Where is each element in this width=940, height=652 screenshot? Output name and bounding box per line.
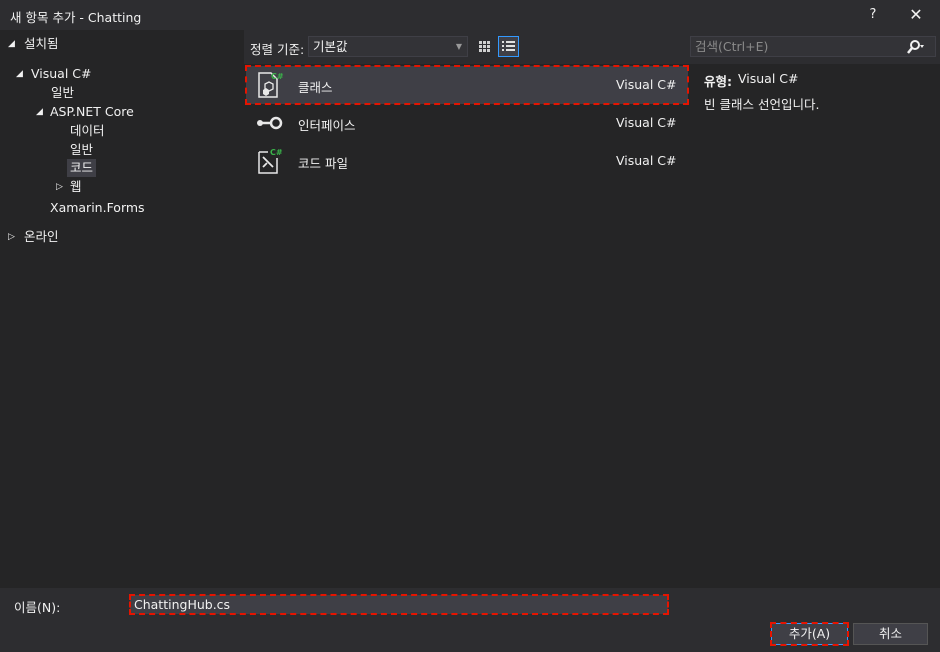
- expanded-arrow-icon[interactable]: ◢: [16, 65, 23, 83]
- collapsed-arrow-icon[interactable]: ▷: [8, 228, 15, 246]
- list-item-code-file[interactable]: C# 코드 파일 Visual C#: [246, 142, 688, 180]
- help-button[interactable]: ?: [864, 4, 882, 26]
- category-tree: ◢ 설치됨 ◢ Visual C# 일반 ◢ ASP.NET Core 데이터 …: [0, 30, 244, 588]
- item-name: 인터페이스: [298, 118, 356, 133]
- sort-toolbar: 정렬 기준: 기본값 ▼: [244, 30, 690, 64]
- collapsed-arrow-icon[interactable]: ▷: [56, 178, 63, 196]
- list-view-button[interactable]: [498, 36, 519, 57]
- add-button[interactable]: 추가(A): [770, 622, 849, 646]
- tree-item-xamarin-forms[interactable]: Xamarin.Forms: [50, 199, 145, 217]
- expanded-arrow-icon[interactable]: ◢: [36, 103, 43, 121]
- grid-view-icon: [479, 41, 490, 52]
- sort-label: 정렬 기준:: [250, 42, 305, 57]
- search-icon[interactable]: [907, 39, 925, 55]
- item-language: Visual C#: [616, 77, 677, 92]
- close-button[interactable]: ✕: [904, 4, 928, 26]
- svg-text:C#: C#: [270, 148, 283, 157]
- tree-item-aspnet-core[interactable]: ASP.NET Core: [50, 103, 134, 121]
- sort-dropdown-value: 기본값: [313, 39, 348, 54]
- tree-item-web[interactable]: 웹: [70, 178, 82, 196]
- cancel-button[interactable]: 취소: [853, 623, 928, 645]
- name-input[interactable]: [129, 594, 669, 615]
- svg-text:C#: C#: [271, 72, 284, 81]
- grid-view-button[interactable]: [474, 36, 495, 57]
- template-list: C# 클래스 Visual C# 인터페이스 Visual C# C# 코드 파…: [244, 64, 690, 588]
- search-input[interactable]: [695, 38, 895, 55]
- tree-item-installed[interactable]: 설치됨: [24, 35, 59, 53]
- list-item-interface[interactable]: 인터페이스 Visual C#: [246, 104, 688, 142]
- description-text: 빈 클래스 선언입니다.: [704, 97, 820, 112]
- item-name: 클래스: [298, 80, 333, 95]
- type-value: Visual C#: [738, 71, 799, 86]
- search-box[interactable]: [690, 36, 936, 57]
- class-file-icon: C#: [254, 70, 284, 100]
- tree-item-general[interactable]: 일반: [51, 84, 74, 102]
- tree-item-code[interactable]: 코드: [67, 159, 97, 177]
- name-label: 이름(N):: [14, 600, 61, 615]
- window-title: 새 항목 추가 - Chatting: [10, 10, 142, 25]
- tree-item-online[interactable]: 온라인: [24, 228, 59, 246]
- tree-item-general-2[interactable]: 일반: [70, 141, 93, 159]
- description-panel: 유형: Visual C# 빈 클래스 선언입니다.: [690, 64, 940, 588]
- list-item-class[interactable]: C# 클래스 Visual C#: [245, 65, 689, 105]
- list-view-icon: [502, 41, 515, 51]
- dropdown-arrow-icon: ▼: [455, 42, 462, 51]
- type-label: 유형:: [704, 74, 732, 89]
- expanded-arrow-icon[interactable]: ◢: [8, 35, 15, 53]
- tree-item-visual-csharp[interactable]: Visual C#: [31, 65, 92, 83]
- tree-item-data[interactable]: 데이터: [70, 122, 105, 140]
- item-name: 코드 파일: [298, 156, 348, 171]
- sort-dropdown[interactable]: 기본값 ▼: [308, 36, 468, 57]
- code-file-icon: C#: [254, 146, 284, 176]
- interface-icon: [254, 108, 284, 138]
- title-bar: 새 항목 추가 - Chatting ? ✕: [0, 0, 940, 30]
- item-language: Visual C#: [616, 153, 677, 168]
- item-language: Visual C#: [616, 115, 677, 130]
